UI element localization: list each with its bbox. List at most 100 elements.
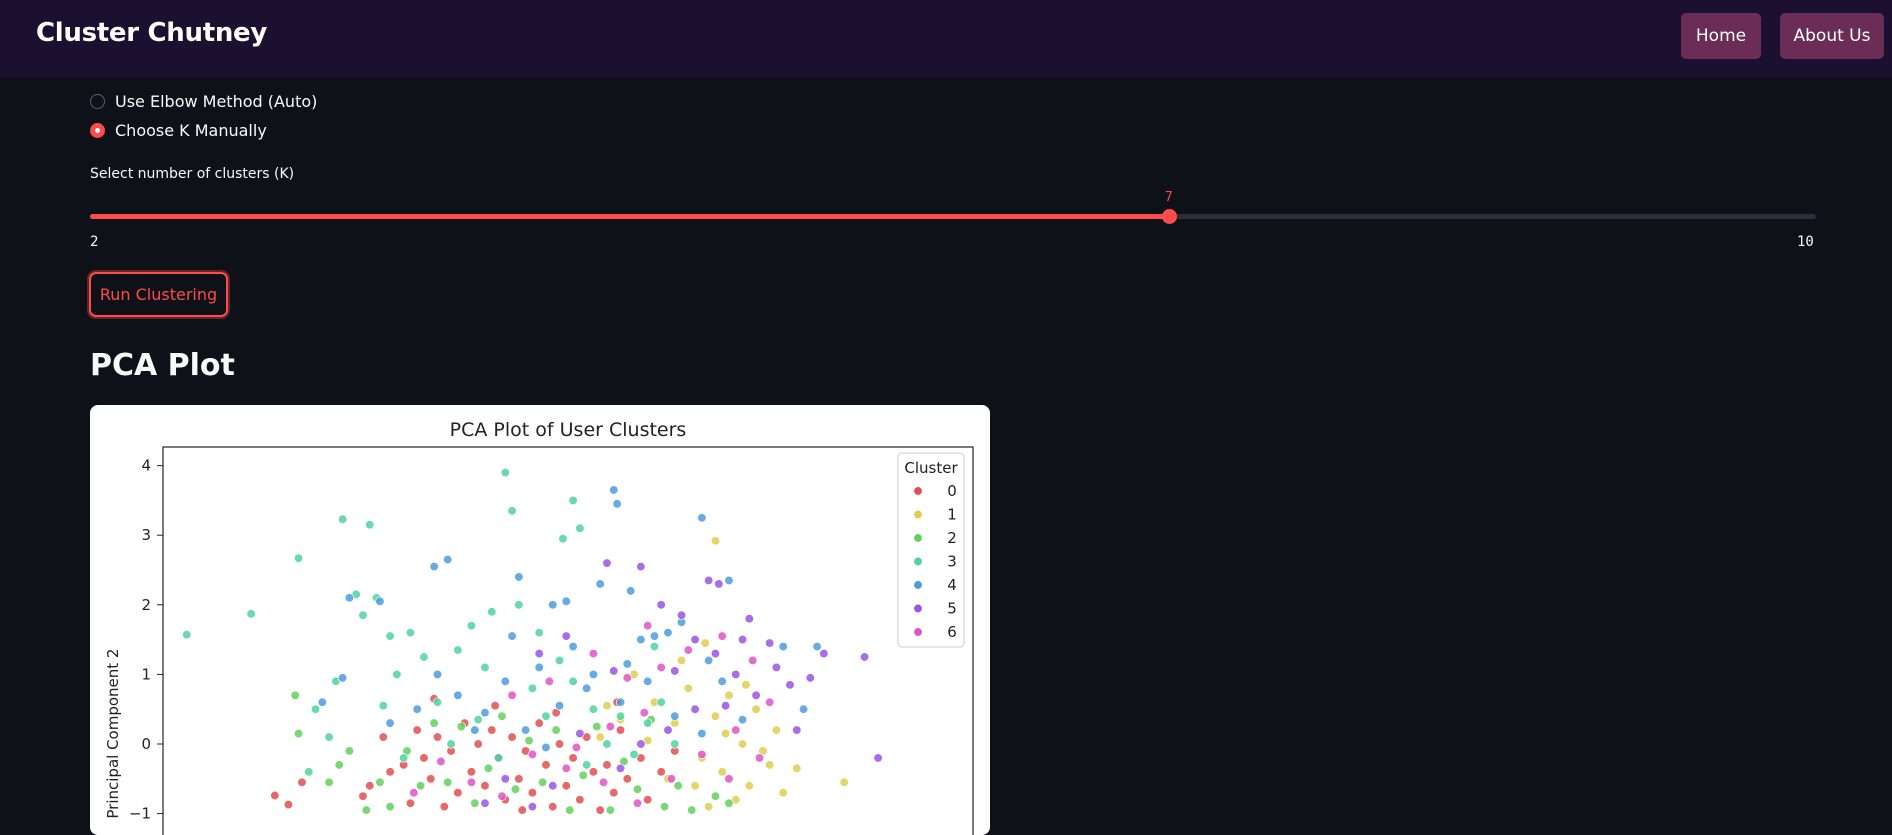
data-point-cluster-1	[602, 701, 612, 711]
data-point-cluster-4	[670, 711, 680, 721]
data-point-cluster-0	[575, 795, 585, 805]
data-point-cluster-4	[612, 499, 622, 509]
data-point-cluster-5	[765, 638, 775, 648]
data-point-cluster-3	[337, 514, 348, 524]
chart-title: PCA Plot of User Clusters	[450, 419, 687, 441]
data-point-cluster-0	[595, 805, 605, 815]
data-point-cluster-0	[602, 760, 612, 770]
data-point-cluster-3	[358, 610, 368, 620]
data-point-cluster-4	[663, 627, 673, 638]
data-point-cluster-5	[615, 763, 626, 774]
data-point-cluster-0	[568, 753, 578, 763]
data-point-cluster-2	[344, 746, 355, 756]
data-point-cluster-5	[710, 648, 721, 659]
data-point-cluster-0	[385, 767, 395, 777]
data-point-cluster-5	[751, 690, 761, 700]
data-point-cluster-6	[544, 676, 555, 687]
data-point-cluster-5	[663, 725, 673, 735]
data-point-cluster-3	[615, 711, 626, 721]
legend-entry-label: 4	[947, 576, 957, 594]
data-point-cluster-0	[514, 774, 524, 784]
data-point-cluster-1	[710, 711, 721, 721]
data-point-cluster-2	[524, 735, 534, 746]
data-point-cluster-4	[514, 572, 524, 582]
data-point-cluster-4	[470, 725, 480, 735]
data-point-cluster-0	[432, 732, 443, 742]
data-point-cluster-4	[697, 728, 707, 739]
radio-manual-k[interactable]: Choose K Manually	[90, 121, 267, 140]
data-point-cluster-5	[805, 673, 815, 683]
data-point-cluster-0	[365, 781, 375, 791]
data-point-cluster-3	[642, 718, 653, 728]
data-point-cluster-5	[561, 631, 571, 641]
y-tick-label: 1	[141, 665, 151, 683]
data-point-cluster-2	[510, 784, 521, 794]
home-nav-button[interactable]: Home	[1681, 13, 1761, 59]
data-point-cluster-0	[534, 718, 544, 728]
data-point-cluster-3	[527, 683, 538, 693]
about-us-nav-button[interactable]: About Us	[1780, 13, 1884, 59]
data-point-cluster-2	[293, 728, 304, 739]
legend-entry-label: 5	[947, 600, 957, 618]
k-slider-track[interactable]	[90, 209, 1816, 224]
data-point-cluster-3	[480, 662, 490, 673]
data-point-cluster-3	[649, 641, 660, 652]
data-point-cluster-5	[548, 781, 558, 791]
y-tick-label: 2	[141, 596, 151, 614]
data-point-cluster-3	[304, 767, 314, 777]
data-point-cluster-4	[432, 669, 443, 680]
data-point-cluster-3	[541, 711, 551, 721]
slider-max-label: 10	[1797, 234, 1814, 250]
data-point-cluster-3	[398, 753, 409, 763]
data-point-cluster-2	[578, 770, 588, 780]
data-point-cluster-1	[839, 777, 849, 787]
run-clustering-button[interactable]: Run Clustering	[89, 272, 228, 317]
data-point-cluster-5	[636, 561, 646, 572]
data-point-cluster-2	[324, 777, 334, 787]
data-point-cluster-6	[632, 798, 643, 808]
data-point-cluster-4	[626, 586, 636, 596]
data-point-cluster-1	[744, 781, 754, 791]
data-point-cluster-0	[554, 739, 565, 749]
data-point-cluster-4	[649, 631, 660, 641]
data-point-cluster-0	[412, 725, 422, 735]
data-point-cluster-0	[517, 805, 527, 815]
radio-button-unchecked[interactable]	[90, 94, 105, 109]
data-point-cluster-3	[385, 631, 395, 641]
top-navbar: Cluster Chutney Home About Us	[0, 0, 1892, 78]
data-point-cluster-5	[819, 648, 829, 659]
data-point-cluster-4	[344, 593, 355, 603]
y-tick-label: 0	[141, 735, 151, 753]
data-point-cluster-4	[642, 676, 653, 687]
data-point-cluster-6	[748, 655, 758, 666]
legend-entry-label: 2	[947, 529, 957, 547]
legend-entry-label: 6	[947, 623, 957, 641]
data-point-cluster-4	[480, 708, 490, 718]
data-point-cluster-1	[710, 536, 721, 546]
data-point-cluster-0	[453, 788, 463, 798]
data-point-cluster-1	[595, 732, 605, 742]
radio-label-elbow: Use Elbow Method (Auto)	[115, 92, 318, 111]
data-point-cluster-0	[507, 732, 517, 742]
data-point-cluster-3	[473, 714, 483, 725]
data-point-cluster-0	[527, 788, 538, 798]
radio-button-checked[interactable]	[90, 123, 105, 138]
data-point-cluster-4	[609, 485, 619, 495]
data-point-cluster-4	[812, 641, 822, 652]
y-tick-label: −1	[129, 805, 151, 823]
data-point-cluster-6	[697, 749, 707, 760]
slider-label: Select number of clusters (K)	[90, 166, 295, 182]
data-point-cluster-5	[575, 728, 585, 739]
legend-marker	[913, 509, 923, 520]
slider-current-value: 7	[1164, 190, 1173, 205]
k-slider-thumb[interactable]	[1161, 209, 1177, 224]
data-point-cluster-4	[703, 655, 714, 666]
y-tick-label: 4	[141, 457, 151, 475]
data-point-cluster-6	[666, 774, 677, 784]
data-point-cluster-2	[375, 777, 385, 787]
data-point-cluster-5	[873, 753, 883, 763]
radio-elbow-method[interactable]: Use Elbow Method (Auto)	[90, 92, 317, 111]
data-point-cluster-0	[283, 799, 294, 810]
data-point-cluster-2	[483, 763, 494, 774]
data-point-cluster-3	[656, 697, 666, 707]
